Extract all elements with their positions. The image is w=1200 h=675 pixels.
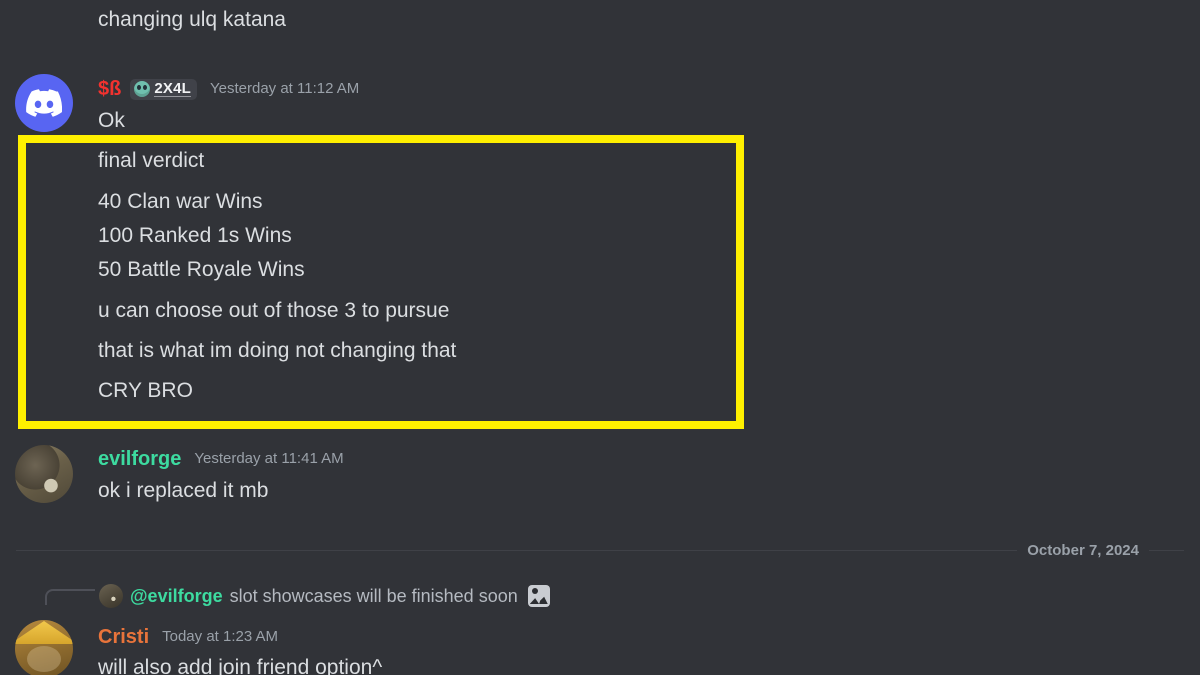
avatar-face-shape xyxy=(27,646,61,672)
image-emoji xyxy=(527,585,550,607)
message-text-ok: Ok xyxy=(98,109,125,132)
message-text-choose-out-of-those-3: u can choose out of those 3 to pursue xyxy=(98,299,450,322)
timestamp-sb: Yesterday at 11:12 AM xyxy=(210,80,360,97)
user-badge-2x4l[interactable]: 2X4L xyxy=(130,78,197,100)
username-cristi[interactable]: Cristi xyxy=(98,625,149,649)
cristi-avatar[interactable] xyxy=(15,620,73,675)
straw-hat-shape xyxy=(15,621,73,644)
username-sb[interactable]: $ß xyxy=(98,77,121,101)
date-divider-label: October 7, 2024 xyxy=(1027,541,1139,559)
reply-context-bar[interactable]: @evilforge slot showcases will be finish… xyxy=(0,583,1200,613)
message-header-sb: $ß 2X4L Yesterday at 11:12 AM xyxy=(98,77,359,101)
username-evilforge[interactable]: evilforge xyxy=(98,447,181,471)
message-text-battle-royale-wins: 50 Battle Royale Wins xyxy=(98,258,305,281)
discord-message-view: changing ulq katana $ß 2X4L Yesterday at… xyxy=(0,0,1200,675)
timestamp-cristi: Today at 1:23 AM xyxy=(162,628,279,645)
message-header-evilforge: evilforge Yesterday at 11:41 AM xyxy=(98,447,344,471)
message-text-top-partial: changing ulq katana xyxy=(98,8,286,31)
divider-rule-right xyxy=(1149,549,1184,551)
divider-rule-left xyxy=(16,549,1018,551)
reply-author-avatar[interactable] xyxy=(99,584,123,608)
message-text-final-verdict: final verdict xyxy=(98,149,205,172)
reply-preview-text: slot showcases will be finished soon xyxy=(229,586,518,606)
reply-preview[interactable]: @evilforge slot showcases will be finish… xyxy=(130,583,550,609)
message-text-not-changing-that: that is what im doing not changing that xyxy=(98,339,457,362)
mention-evilforge[interactable]: @evilforge xyxy=(130,583,223,609)
message-text-cry-bro: CRY BRO xyxy=(98,379,193,402)
message-text-ranked-1s-wins: 100 Ranked 1s Wins xyxy=(98,224,292,247)
evilforge-avatar[interactable] xyxy=(15,445,73,503)
user-badge-label: 2X4L xyxy=(154,79,191,97)
message-text-clan-war-wins: 40 Clan war Wins xyxy=(98,190,263,213)
discord-logo-avatar[interactable] xyxy=(15,74,73,132)
reply-spine-line xyxy=(45,589,95,605)
skull-emoji xyxy=(134,80,151,97)
message-text-join-friend-option: will also add join friend option^ xyxy=(98,656,383,675)
timestamp-evilforge: Yesterday at 11:41 AM xyxy=(194,450,344,467)
date-divider: October 7, 2024 xyxy=(16,539,1184,561)
message-text-ok-i-replaced-it: ok i replaced it mb xyxy=(98,479,269,502)
message-header-cristi: Cristi Today at 1:23 AM xyxy=(98,625,278,649)
